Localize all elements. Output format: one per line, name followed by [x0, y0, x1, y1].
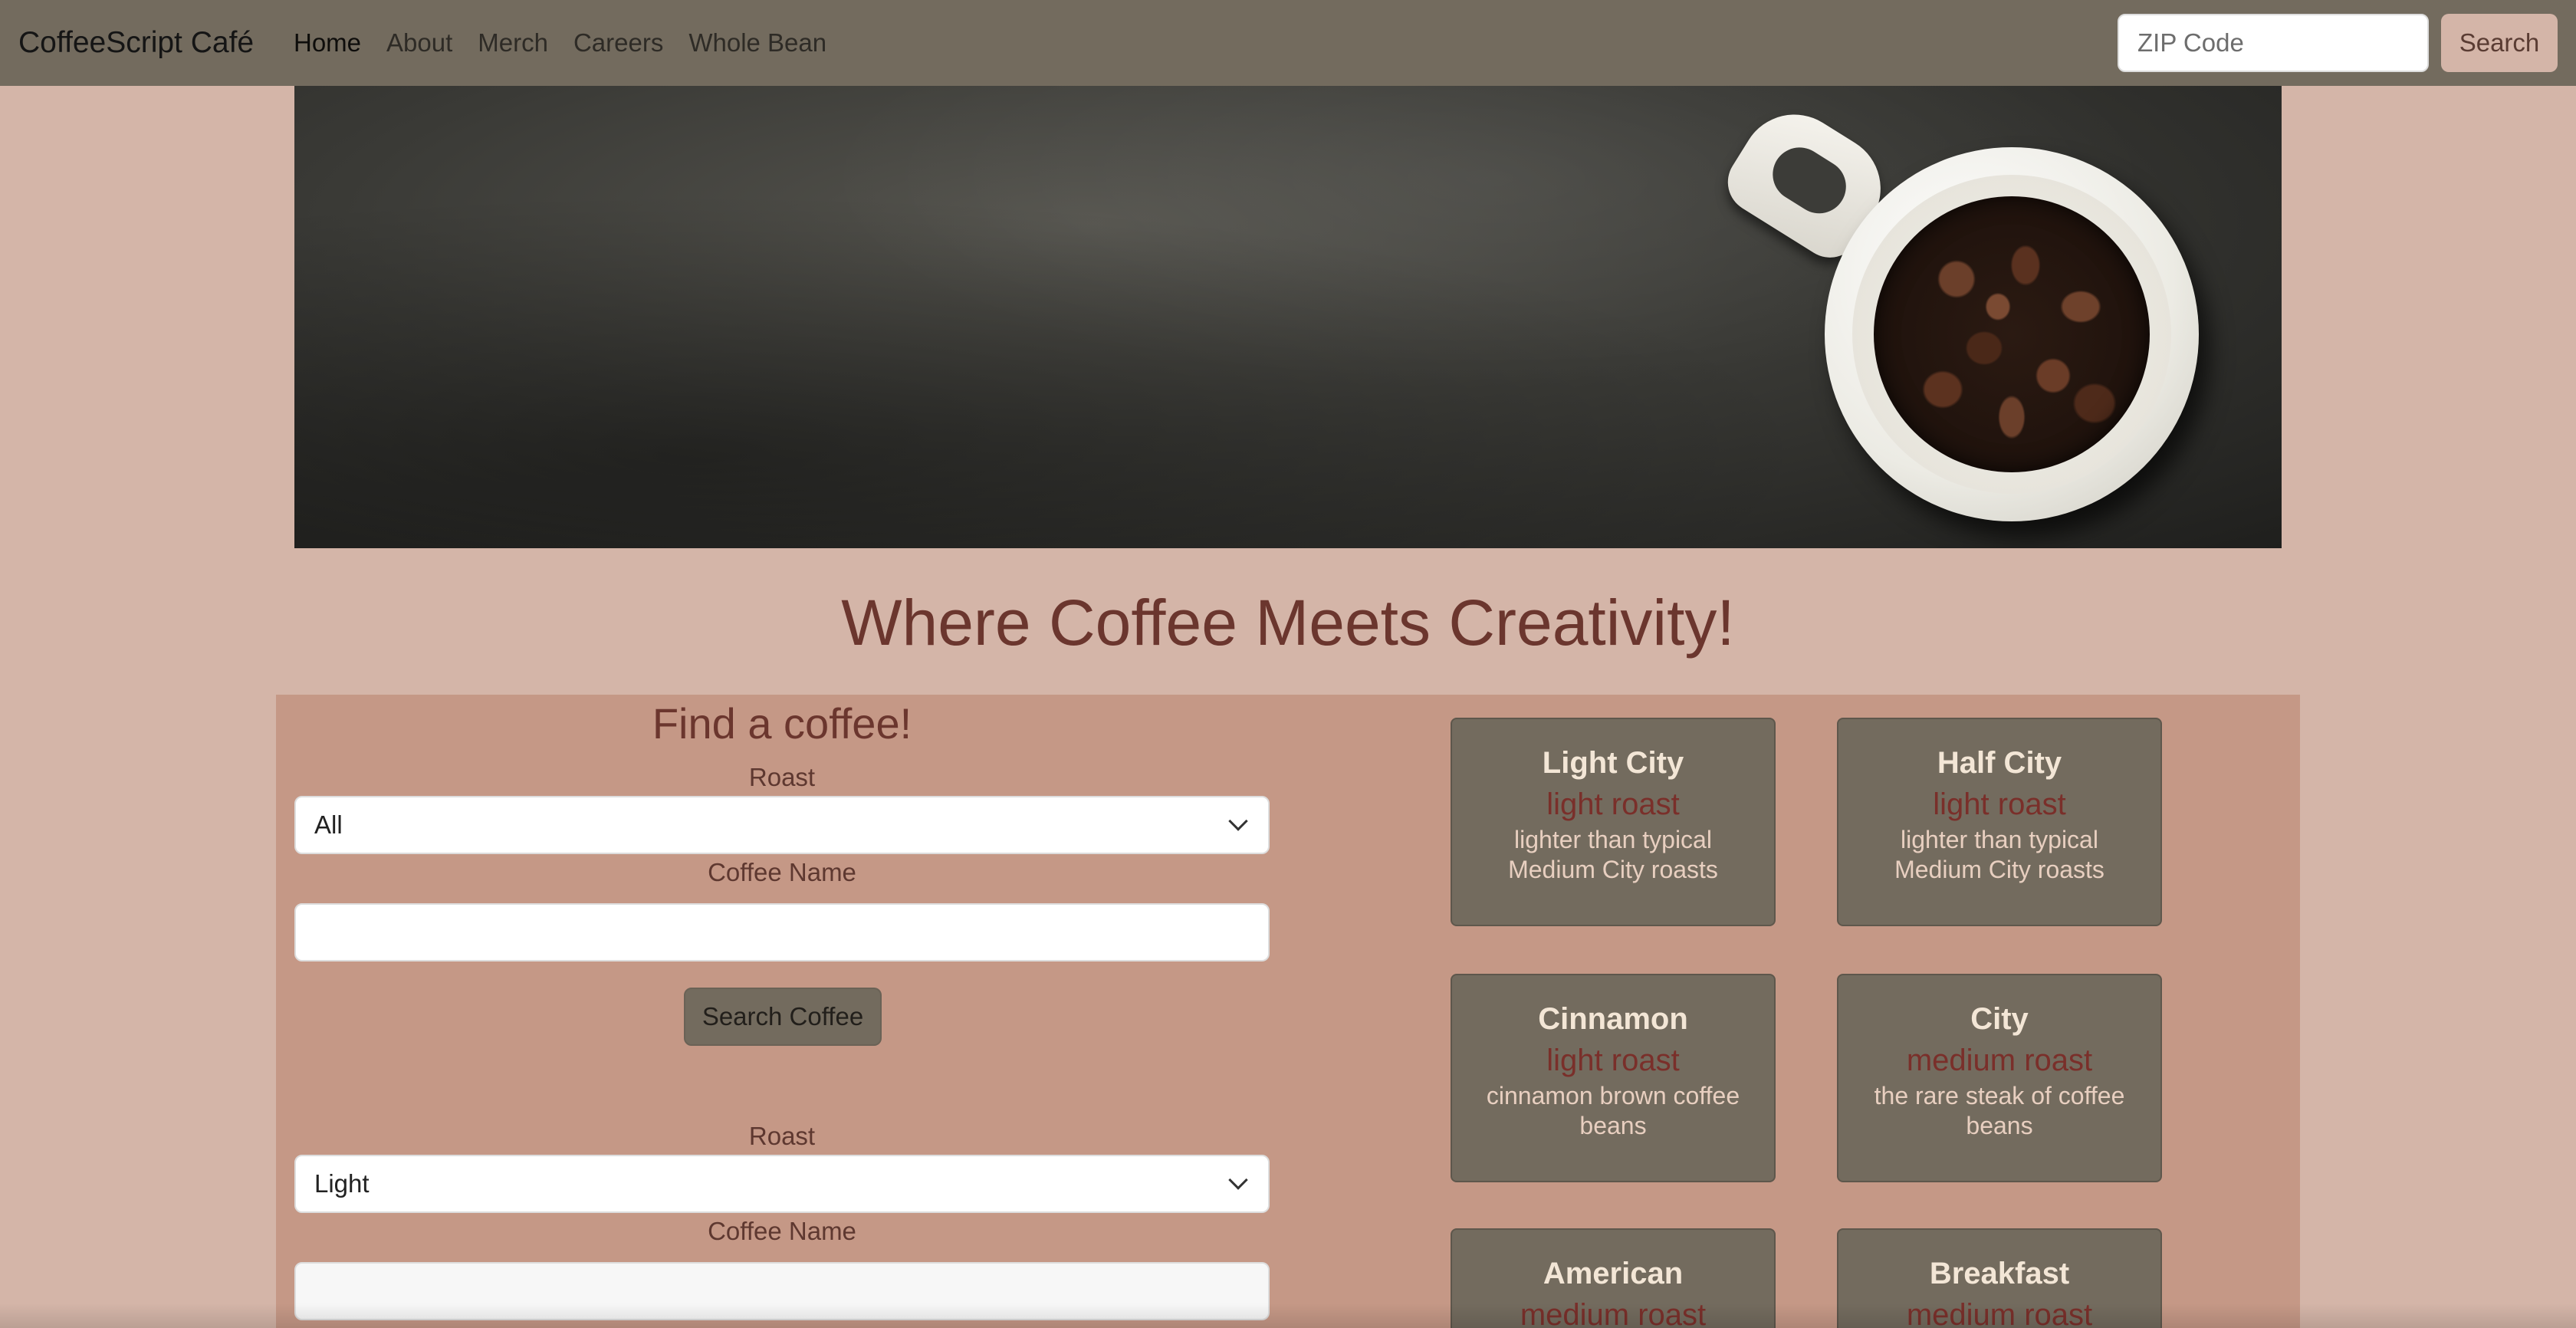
- coffee-card: American medium roast: [1451, 1228, 1776, 1328]
- coffee-card-roast: light roast: [1933, 787, 2066, 821]
- coffee-name-input[interactable]: [294, 903, 1270, 961]
- coffee-name-label: Coffee Name: [708, 858, 856, 886]
- coffee-card-roast: medium roast: [1906, 1298, 2093, 1328]
- nav-link-careers[interactable]: Careers: [573, 23, 663, 63]
- coffee-card-name: American: [1543, 1257, 1684, 1290]
- coffee-card-name: City: [1970, 1002, 2029, 1036]
- coffee-section: Find a coffee! Roast All Coffee Name Sea…: [276, 695, 2300, 1328]
- add-roast-select-value: Light: [314, 1169, 370, 1198]
- chevron-down-icon: [1228, 811, 1248, 831]
- coffee-card: City medium roast the rare steak of coff…: [1837, 974, 2162, 1182]
- zip-search-button[interactable]: Search: [2441, 14, 2558, 72]
- find-coffee-title: Find a coffee!: [652, 699, 912, 748]
- roast-select-value: All: [314, 810, 343, 839]
- coffee-card-name: Half City: [1937, 746, 2062, 780]
- add-coffee-name-label: Coffee Name: [708, 1217, 856, 1245]
- add-coffee-name-input[interactable]: [294, 1262, 1270, 1320]
- chevron-down-icon: [1228, 1170, 1248, 1190]
- coffee-card-roast: light roast: [1546, 1044, 1680, 1077]
- coffee-card: Breakfast medium roast: [1837, 1228, 2162, 1328]
- nav-link-about[interactable]: About: [386, 23, 452, 63]
- coffee-card-description: lighter than typical Medium City roasts: [1894, 826, 2104, 883]
- coffee-card-name: Cinnamon: [1538, 1002, 1688, 1036]
- search-coffee-button[interactable]: Search Coffee: [684, 988, 882, 1046]
- roast-label: Roast: [748, 763, 816, 791]
- coffee-beans-image: [1874, 196, 2150, 472]
- coffee-card-description: cinnamon brown coffee beans: [1486, 1082, 1740, 1139]
- hero-image: [294, 86, 2282, 548]
- navbar: CoffeeScript Café Home About Merch Caree…: [0, 0, 2576, 86]
- coffee-card: Cinnamon light roast cinnamon brown coff…: [1451, 974, 1776, 1182]
- coffee-card-roast: light roast: [1546, 787, 1680, 821]
- coffee-card-roast: medium roast: [1906, 1044, 2093, 1077]
- coffee-card-name: Breakfast: [1929, 1257, 2070, 1290]
- coffee-card-description: the rare steak of coffee beans: [1874, 1082, 2125, 1139]
- add-roast-label: Roast: [748, 1122, 816, 1150]
- brand-logo-text[interactable]: CoffeeScript Café: [18, 23, 254, 63]
- add-roast-select[interactable]: Light: [294, 1155, 1270, 1213]
- page-headline: Where Coffee Meets Creativity!: [841, 587, 1735, 659]
- coffee-card-roast: medium roast: [1520, 1298, 1707, 1328]
- nav-link-whole-bean[interactable]: Whole Bean: [688, 23, 826, 63]
- nav-link-merch[interactable]: Merch: [478, 23, 548, 63]
- coffee-card-description: lighter than typical Medium City roasts: [1508, 826, 1718, 883]
- nav-link-home[interactable]: Home: [294, 23, 361, 63]
- zip-code-input[interactable]: [2118, 14, 2429, 72]
- roast-select[interactable]: All: [294, 796, 1270, 854]
- nav-links: Home About Merch Careers Whole Bean: [294, 23, 852, 63]
- coffee-card: Half City light roast lighter than typic…: [1837, 718, 2162, 926]
- coffee-card-name: Light City: [1542, 746, 1684, 780]
- coffee-card: Light City light roast lighter than typi…: [1451, 718, 1776, 926]
- coffee-mug-image: [1825, 147, 2199, 521]
